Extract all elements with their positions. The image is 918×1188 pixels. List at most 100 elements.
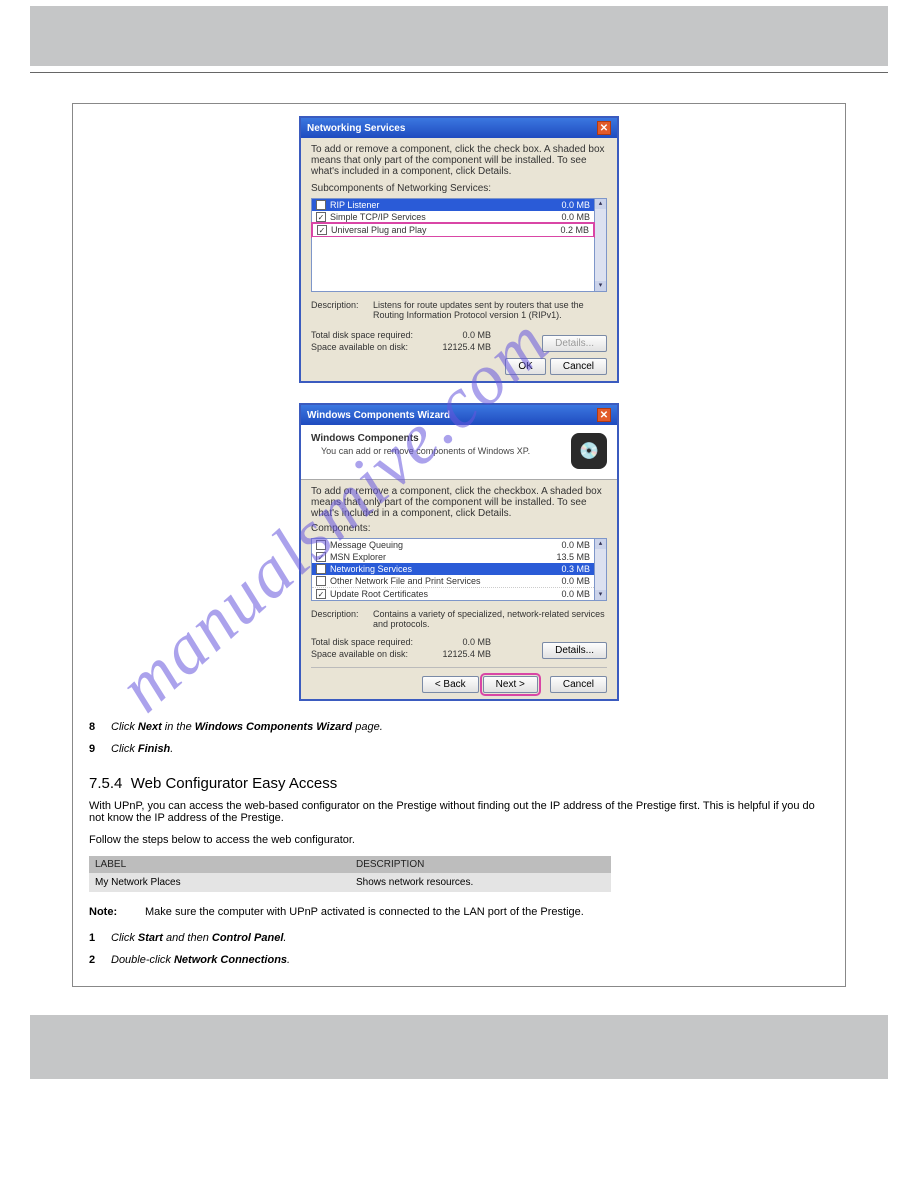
- dialog2-desc-label: Description:: [311, 609, 365, 629]
- dialog2-title: Windows Components Wizard: [307, 410, 450, 421]
- list-item-label: RIP Listener: [330, 200, 379, 210]
- list-item[interactable]: Message Queuing 0.0 MB: [312, 539, 594, 551]
- step-bold: Start: [138, 932, 163, 944]
- checkbox-icon[interactable]: ✓: [316, 589, 326, 599]
- dialog1-desc-text: Listens for route updates sent by router…: [373, 300, 607, 320]
- disk-req-value: 0.0 MB: [431, 330, 491, 340]
- step-text: Double-click: [111, 954, 174, 966]
- networking-services-dialog: Networking Services ✕ To add or remove a…: [299, 116, 619, 383]
- checkbox-icon[interactable]: ✓: [316, 552, 326, 562]
- list-item[interactable]: ✓ RIP Listener 0.0 MB: [312, 199, 594, 211]
- step-text: .: [283, 932, 286, 944]
- step-number: 8: [89, 721, 103, 733]
- disk-req-value: 0.0 MB: [431, 637, 491, 647]
- list-item[interactable]: Other Network File and Print Services 0.…: [312, 575, 594, 587]
- scroll-down-icon[interactable]: ▾: [595, 590, 606, 600]
- dialog2-titlebar: Windows Components Wizard ✕: [301, 405, 617, 425]
- step-text: .: [170, 743, 173, 755]
- page-header-bar: [30, 6, 888, 66]
- section-follow: Follow the steps below to access the web…: [89, 834, 829, 846]
- list-item-size: 0.0 MB: [561, 589, 590, 599]
- next-button[interactable]: Next >: [483, 676, 538, 693]
- scroll-up-icon[interactable]: ▴: [595, 539, 606, 549]
- checkbox-icon[interactable]: ✓: [316, 200, 326, 210]
- details-button[interactable]: Details...: [542, 642, 607, 659]
- table-cell-label: My Network Places: [89, 873, 350, 892]
- list-item-selected[interactable]: ✓ Networking Services 0.3 MB: [312, 563, 594, 575]
- list-item-size: 13.5 MB: [556, 552, 590, 562]
- dialog2-desc-text: Contains a variety of specialized, netwo…: [373, 609, 607, 629]
- disk-req-label: Total disk space required:: [311, 637, 431, 647]
- dialog2-listbox[interactable]: Message Queuing 0.0 MB ✓ MSN Explorer 13…: [311, 538, 595, 601]
- step-text: .: [287, 954, 290, 966]
- list-item-size: 0.0 MB: [561, 212, 590, 222]
- list-item-size: 0.0 MB: [561, 200, 590, 210]
- ok-button[interactable]: OK: [505, 358, 545, 375]
- cd-icon: 💿: [571, 433, 607, 469]
- disk-avail-value: 12125.4 MB: [431, 342, 491, 352]
- list-item-label: MSN Explorer: [330, 552, 386, 562]
- step-text: Click: [111, 743, 138, 755]
- disk-avail-label: Space available on disk:: [311, 649, 431, 659]
- step-bold: Network Connections: [174, 954, 287, 966]
- dialog1-titlebar: Networking Services ✕: [301, 118, 617, 138]
- disk-avail-value: 12125.4 MB: [431, 649, 491, 659]
- checkbox-icon[interactable]: ✓: [316, 212, 326, 222]
- table-cell-desc: Shows network resources.: [350, 873, 611, 892]
- dialog1-desc-label: Description:: [311, 300, 365, 320]
- list-item-highlighted[interactable]: ✓ Universal Plug and Play 0.2 MB: [311, 222, 595, 238]
- step-2: 2 Double-click Network Connections.: [89, 954, 829, 966]
- dialog1-title: Networking Services: [307, 123, 405, 134]
- step-text: Click: [111, 721, 138, 733]
- label-description-table: LABEL DESCRIPTION My Network Places Show…: [89, 856, 611, 892]
- list-item-label: Universal Plug and Play: [331, 225, 427, 235]
- list-item-size: 0.0 MB: [561, 540, 590, 550]
- scroll-down-icon[interactable]: ▾: [595, 281, 606, 291]
- close-icon[interactable]: ✕: [597, 408, 611, 422]
- checkbox-icon[interactable]: ✓: [317, 225, 327, 235]
- scrollbar[interactable]: ▴ ▾: [595, 538, 607, 601]
- section-heading: 7.5.4 Web Configurator Easy Access: [89, 775, 829, 792]
- components-wizard-dialog: Windows Components Wizard ✕ Windows Comp…: [299, 403, 619, 701]
- checkbox-icon[interactable]: [316, 540, 326, 550]
- details-button[interactable]: Details...: [542, 335, 607, 352]
- section-intro: With UPnP, you can access the web-based …: [89, 800, 829, 824]
- page-footer-bar: [30, 1015, 888, 1079]
- step-bold: Finish: [138, 743, 170, 755]
- list-item-label: Update Root Certificates: [330, 589, 428, 599]
- note-block: Note: Make sure the computer with UPnP a…: [89, 906, 829, 918]
- step-number: 9: [89, 743, 103, 755]
- wizard-heading: Windows Components: [311, 433, 530, 444]
- step-text: Click: [111, 932, 138, 944]
- list-item-label: Networking Services: [330, 564, 412, 574]
- list-item-size: 0.0 MB: [561, 576, 590, 586]
- step-text: and then: [163, 932, 212, 944]
- table-header-label: LABEL: [89, 856, 350, 873]
- close-icon[interactable]: ✕: [597, 121, 611, 135]
- step-text: in the: [162, 721, 195, 733]
- list-item[interactable]: ✓ MSN Explorer 13.5 MB: [312, 551, 594, 563]
- back-button[interactable]: < Back: [422, 676, 479, 693]
- list-item-label: Other Network File and Print Services: [330, 576, 481, 586]
- list-item[interactable]: ✓ Update Root Certificates 0.0 MB: [312, 587, 594, 600]
- step-1: 1 Click Start and then Control Panel.: [89, 932, 829, 944]
- scroll-up-icon[interactable]: ▴: [595, 199, 606, 209]
- dialog2-instructions: To add or remove a component, click the …: [311, 486, 607, 519]
- list-item-size: 0.3 MB: [561, 564, 590, 574]
- header-rule: [30, 72, 888, 73]
- table-row: My Network Places Shows network resource…: [89, 873, 611, 892]
- dialog1-listbox[interactable]: ✓ RIP Listener 0.0 MB ✓ Simple TCP/IP Se…: [311, 198, 595, 292]
- checkbox-icon[interactable]: ✓: [316, 564, 326, 574]
- cancel-button[interactable]: Cancel: [550, 676, 607, 693]
- content-frame: Networking Services ✕ To add or remove a…: [72, 103, 846, 987]
- list-item-size: 0.2 MB: [560, 225, 589, 235]
- step-bold: Control Panel: [212, 932, 284, 944]
- cancel-button[interactable]: Cancel: [550, 358, 607, 375]
- checkbox-icon[interactable]: [316, 576, 326, 586]
- dialog1-instructions: To add or remove a component, click the …: [311, 144, 607, 177]
- dialog2-list-label: Components:: [311, 523, 607, 534]
- list-item-label: Message Queuing: [330, 540, 403, 550]
- listbox-blank: [312, 237, 594, 291]
- scrollbar[interactable]: ▴ ▾: [595, 198, 607, 292]
- step-text: page.: [352, 721, 383, 733]
